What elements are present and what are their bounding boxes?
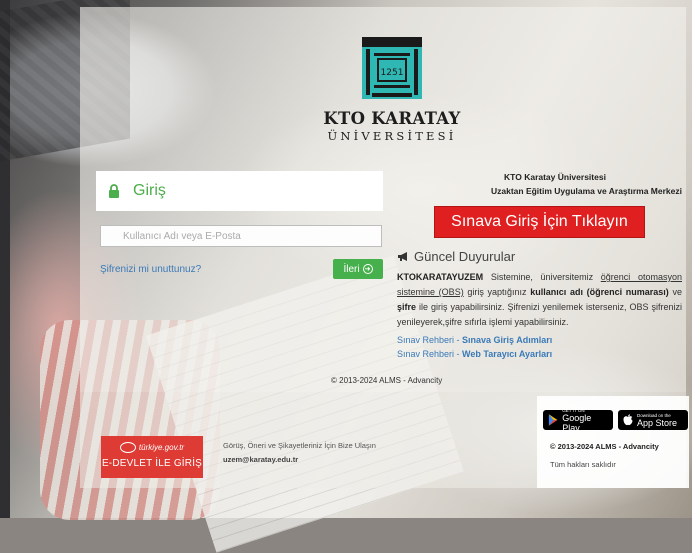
exam-guide-browser[interactable]: Sınav Rehberi - Web Tarayıcı Ayarları <box>397 349 552 359</box>
text-bold-fragment: şifre <box>397 302 417 312</box>
info-center: Uzaktan Eğitim Uygulama ve Araştırma Mer… <box>490 186 682 196</box>
contact-email[interactable]: uzem@karatay.edu.tr <box>223 453 376 467</box>
google-play-icon <box>548 414 558 426</box>
username-input[interactable] <box>100 225 382 247</box>
megaphone-icon <box>398 252 407 261</box>
system-name: KTOKARATAYUZEM <box>397 272 484 282</box>
university-logo: 1251 KTO KARATAY ÜNİVERSİTESİ <box>322 35 462 143</box>
footer-copyright: © 2013-2024 ALMS - Advancity <box>550 442 659 451</box>
exam-entry-button[interactable]: Sınava Giriş İçin Tıklayın <box>434 206 645 238</box>
university-name: KTO KARATAY <box>323 109 461 128</box>
arrow-right-circle-icon: ➜ <box>362 264 373 274</box>
next-button[interactable]: İleri ➜ <box>333 259 383 279</box>
next-button-label: İleri <box>343 263 360 275</box>
guide-prefix: Sınav Rehberi - <box>397 335 463 345</box>
edevlet-login-button[interactable]: türkiye.gov.tr E-DEVLET İLE GİRİŞ <box>101 436 203 478</box>
text-bold-fragment: kullanıcı adı (öğrenci numarası) <box>530 287 669 297</box>
google-play-badge[interactable]: GET IT ON Google Play <box>543 408 613 433</box>
text-fragment: ve <box>668 287 682 297</box>
edevlet-label: E-DEVLET İLE GİRİŞ <box>101 458 203 469</box>
guide-browser-link[interactable]: Web Tarayıcı Ayarları <box>462 349 552 359</box>
login-title: Giriş <box>133 182 166 199</box>
announcements-header: Güncel Duyurular <box>397 249 515 264</box>
edevlet-domain: türkiye.gov.tr <box>138 443 185 452</box>
guide-prefix: Sınav Rehberi - <box>397 349 463 359</box>
edevlet-brand: türkiye.gov.tr <box>101 442 203 453</box>
exam-guide-steps[interactable]: Sınav Rehberi - Sınava Giriş Adımları <box>397 335 552 345</box>
guide-steps-link[interactable]: Sınava Giriş Adımları <box>462 335 552 345</box>
contact-line: Görüş, Öneri ve Şikayetleriniz İçin Bize… <box>223 441 376 450</box>
text-fragment: Sistemine, üniversitemiz <box>483 272 601 282</box>
app-store-badge[interactable]: Download on the App Store <box>618 410 688 430</box>
text-fragment: giriş yaptığınız <box>463 287 531 297</box>
copyright-center: © 2013-2024 ALMS - Advancity <box>331 376 443 385</box>
announcements-title: Güncel Duyurular <box>414 249 516 264</box>
forgot-password-link[interactable]: Şifrenizi mi unuttunuz? <box>100 264 201 275</box>
info-university: KTO Karatay Üniversitesi <box>504 172 606 182</box>
university-subtitle: ÜNİVERSİTESİ <box>327 129 457 143</box>
login-header: Giriş <box>96 171 383 211</box>
contact-info: Görüş, Öneri ve Şikayetleriniz İçin Bize… <box>223 439 376 467</box>
google-play-big: Google Play <box>562 412 592 433</box>
footer-rights: Tüm hakları saklıdır <box>550 460 616 469</box>
edevlet-logo-icon <box>119 442 136 453</box>
university-emblem-icon: 1251 <box>362 37 422 99</box>
text-fragment: ile giriş yapabilirsiniz. Şifrenizi yeni… <box>397 302 682 327</box>
lock-icon <box>109 184 119 198</box>
app-store-big: App Store <box>637 417 678 428</box>
announcement-text: KTOKARATAYUZEM Sistemine, üniversitemiz … <box>397 270 682 330</box>
logo-badge-year: 1251 <box>381 68 404 78</box>
apple-icon <box>623 414 633 426</box>
